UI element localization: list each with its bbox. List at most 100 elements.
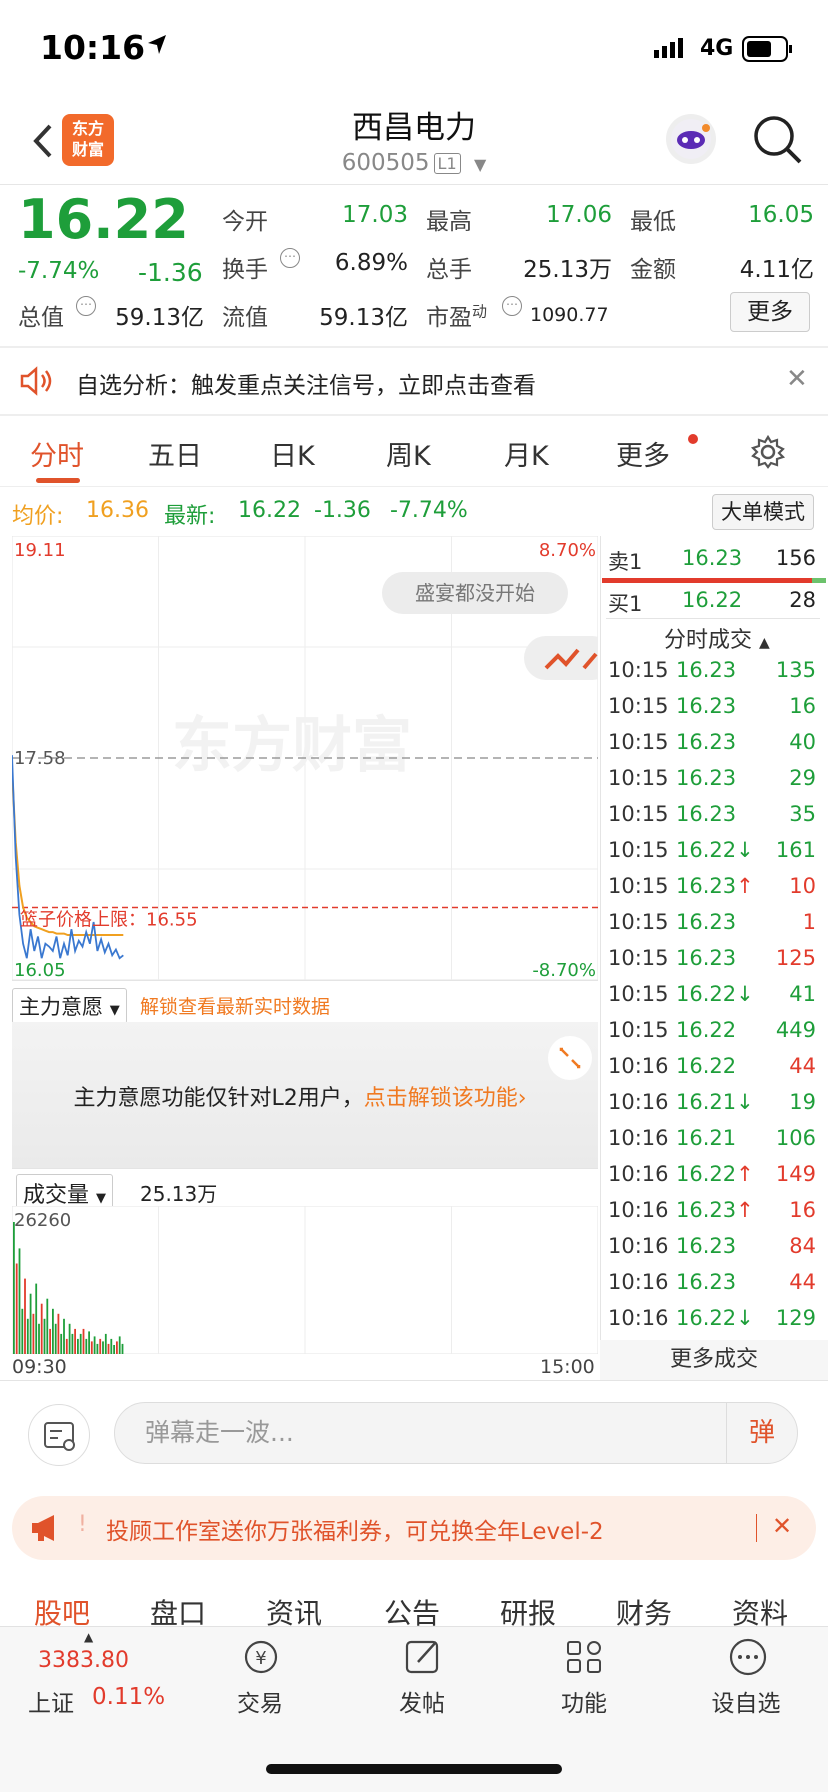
chat-bubble[interactable]: 盛宴都没开始 bbox=[382, 572, 568, 614]
unlock-hint-link[interactable]: 解锁查看最新实时数据 bbox=[140, 992, 330, 1019]
tick-row: 10:15 16.23 135 bbox=[606, 654, 820, 690]
tick-price: 16.23 bbox=[676, 766, 737, 790]
bid-ask-ratio-bar bbox=[602, 578, 826, 583]
post-edit-icon[interactable] bbox=[402, 1636, 446, 1678]
tick-time: 10:16 bbox=[608, 1306, 669, 1330]
tick-time: 10:16 bbox=[608, 1126, 669, 1150]
volume-chart: 26260 bbox=[12, 1206, 598, 1354]
volume-bar bbox=[65, 1338, 68, 1354]
stock-name: 西昌电力 bbox=[352, 110, 476, 146]
index-value[interactable]: 3383.80 bbox=[38, 1648, 129, 1673]
x-start-label: 09:30 bbox=[12, 1356, 67, 1378]
tick-time: 10:15 bbox=[608, 946, 669, 970]
low-value: 16.05 bbox=[748, 202, 814, 228]
megaphone-icon bbox=[32, 1515, 54, 1541]
volume-bar bbox=[68, 1323, 71, 1354]
tick-row: 10:15 16.23 29 bbox=[606, 762, 820, 798]
nav-functions[interactable]: 功能 bbox=[524, 1684, 644, 1718]
tab-intraday[interactable]: 分时 bbox=[30, 434, 84, 473]
settings-gear-icon[interactable] bbox=[750, 434, 786, 470]
volume-bar bbox=[74, 1328, 76, 1354]
tick-volume: 449 bbox=[775, 1018, 816, 1042]
tick-volume: 135 bbox=[775, 658, 816, 682]
tick-time: 10:15 bbox=[608, 658, 669, 682]
danmu-send-button[interactable]: 弹 bbox=[726, 1402, 798, 1464]
volume-bar bbox=[116, 1341, 118, 1354]
chevron-down-icon: ▼ bbox=[96, 1191, 107, 1206]
main-force-selector[interactable]: 主力意愿 ▼ bbox=[12, 988, 127, 1024]
robot-assistant-icon[interactable] bbox=[666, 114, 716, 164]
turnover-value: 6.89% bbox=[334, 250, 408, 276]
signal-icon bbox=[654, 38, 683, 58]
tick-time: 10:16 bbox=[608, 1198, 669, 1222]
tick-volume: 1 bbox=[802, 910, 816, 934]
more-ticks-button[interactable]: 更多成交 bbox=[600, 1340, 828, 1380]
danmu-input[interactable]: 弹幕走一波... bbox=[114, 1402, 728, 1464]
app-logo: 东方财富 bbox=[62, 114, 114, 166]
tick-price: 16.22↓ bbox=[676, 838, 754, 862]
tick-row: 10:15 16.22↓ 161 bbox=[606, 834, 820, 870]
big-order-mode-button[interactable]: 大单模式 bbox=[712, 494, 814, 530]
nav-trade[interactable]: 交易 bbox=[200, 1684, 320, 1718]
tick-time: 10:15 bbox=[608, 838, 669, 862]
ticks-title[interactable]: 分时成交 ▲ bbox=[664, 622, 770, 654]
tab-more[interactable]: 更多 bbox=[616, 434, 670, 473]
change-percent: -7.74% bbox=[18, 258, 100, 284]
open-value: 17.03 bbox=[342, 202, 408, 228]
y-min-label: 16.05 bbox=[14, 960, 66, 980]
danmu-settings-icon[interactable] bbox=[28, 1404, 90, 1466]
volume-total: 25.13万 bbox=[140, 1182, 218, 1206]
volume-bar bbox=[38, 1323, 40, 1354]
tick-row: 10:15 16.22 449 bbox=[606, 1014, 820, 1050]
functions-grid-icon[interactable] bbox=[562, 1636, 606, 1678]
tick-price: 16.23 bbox=[676, 910, 737, 934]
more-quote-button[interactable]: 更多 bbox=[730, 292, 810, 332]
tab-weekly-k[interactable]: 周K bbox=[386, 434, 431, 473]
info-icon[interactable]: ⋯ bbox=[502, 296, 522, 316]
tab-monthly-k[interactable]: 月K bbox=[504, 434, 549, 473]
trend-signal-icon[interactable] bbox=[524, 636, 598, 680]
stock-code-selector[interactable]: 600505 L1 ▼ bbox=[300, 150, 528, 176]
volume-bar bbox=[35, 1283, 38, 1354]
tick-price: 16.22 bbox=[676, 1054, 737, 1078]
tick-volume: 106 bbox=[775, 1126, 816, 1150]
volume-bar bbox=[79, 1333, 82, 1354]
intraday-chart[interactable]: 东方财富 19.11 17.58 16.05 8.70% -8.70% 篮子价格… bbox=[12, 536, 598, 980]
tab-five-day[interactable]: 五日 bbox=[148, 434, 202, 473]
mktcap-value: 59.13亿 bbox=[115, 305, 204, 331]
unlock-feature-link[interactable]: 点击解锁该功能 bbox=[364, 1086, 518, 1111]
volume-bar bbox=[110, 1338, 113, 1354]
notice-text[interactable]: 自选分析：触发重点关注信号，立即点击查看 bbox=[76, 366, 536, 400]
volume-bar bbox=[71, 1333, 74, 1354]
trade-icon[interactable]: ¥ bbox=[238, 1636, 284, 1678]
volume-bar bbox=[21, 1308, 24, 1354]
add-watchlist-icon[interactable] bbox=[726, 1636, 770, 1678]
close-icon[interactable]: ✕ bbox=[786, 364, 808, 394]
tab-underline bbox=[36, 478, 80, 483]
expand-icon[interactable] bbox=[548, 1036, 592, 1080]
latest-change-percent: -7.74% bbox=[390, 498, 468, 523]
info-icon[interactable]: ⋯ bbox=[280, 248, 300, 268]
volume-bar bbox=[96, 1343, 99, 1354]
volume-bar bbox=[52, 1308, 54, 1354]
close-icon[interactable]: ✕ bbox=[772, 1512, 792, 1540]
volume-bar bbox=[121, 1343, 124, 1354]
tab-daily-k[interactable]: 日K bbox=[270, 434, 315, 473]
tick-price: 16.23 bbox=[676, 1234, 737, 1258]
promo-text[interactable]: 投顾工作室送你万张福利券，可兑换全年Level-2 bbox=[106, 1512, 604, 1546]
info-icon[interactable]: ⋯ bbox=[76, 296, 96, 316]
tick-volume: 16 bbox=[789, 1198, 816, 1222]
tick-price: 16.23 bbox=[676, 1270, 737, 1294]
index-percent[interactable]: 0.11% bbox=[92, 1684, 165, 1710]
index-name[interactable]: 上证 bbox=[28, 1684, 74, 1718]
nav-post[interactable]: 发帖 bbox=[362, 1684, 482, 1718]
tick-row: 10:15 16.23 125 bbox=[606, 942, 820, 978]
volume-bar bbox=[88, 1331, 90, 1354]
volume-bar bbox=[118, 1336, 121, 1354]
amount-value: 4.11亿 bbox=[739, 257, 814, 283]
arrow-up-icon: ↑ bbox=[736, 1198, 754, 1222]
back-icon[interactable] bbox=[24, 118, 64, 164]
search-icon[interactable] bbox=[750, 112, 806, 168]
volume-bar bbox=[43, 1318, 46, 1354]
nav-add-watchlist[interactable]: 设自选 bbox=[686, 1684, 806, 1718]
